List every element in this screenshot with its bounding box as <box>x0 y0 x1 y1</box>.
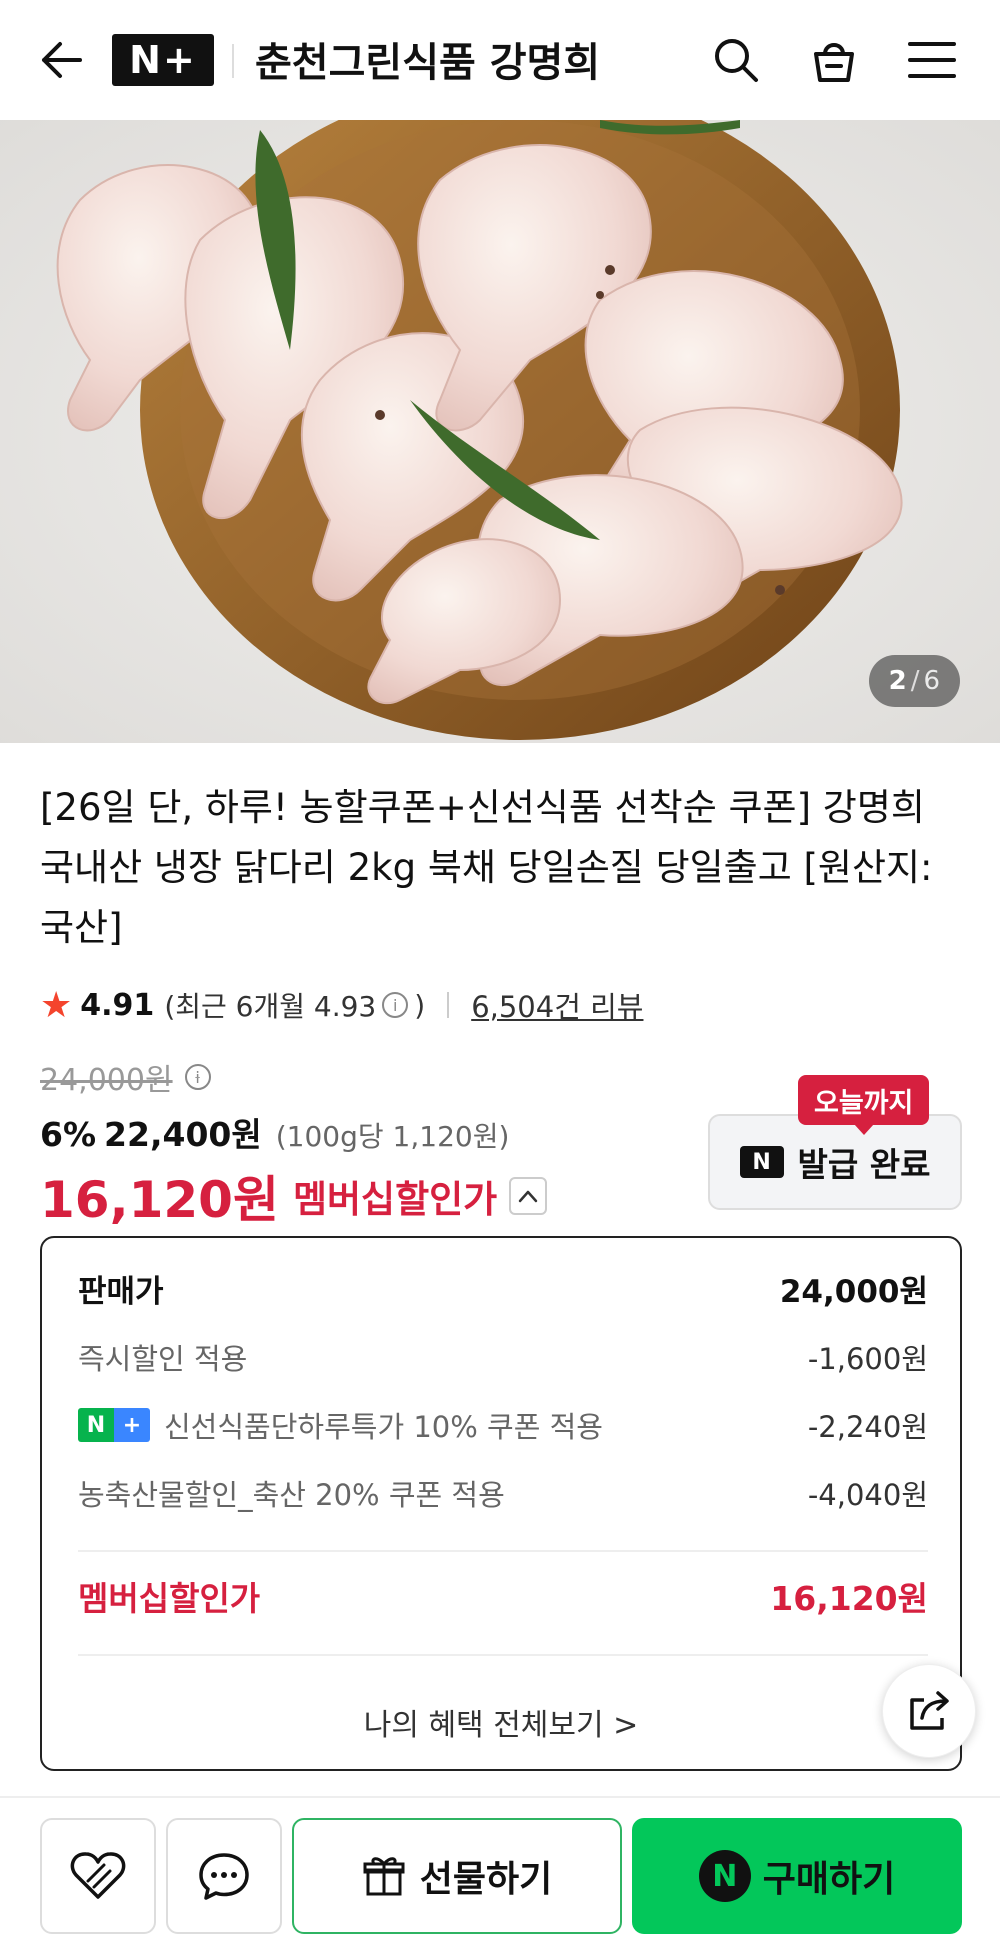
search-icon[interactable] <box>706 30 766 90</box>
breakdown-divider <box>78 1550 928 1552</box>
menu-icon[interactable] <box>902 30 962 90</box>
buy-button[interactable]: N 구매하기 <box>632 1818 962 1934</box>
breakdown-row-sale: 판매가 24,000원 <box>78 1266 928 1311</box>
instant-discount-value: -1,600원 <box>807 1342 928 1376</box>
naver-pay-n-icon: N <box>698 1850 751 1902</box>
sale-price-label: 판매가 <box>78 1274 164 1310</box>
shopping-bag-icon[interactable] <box>804 30 864 90</box>
price-breakdown-box: 판매가 24,000원 즉시할인 적용 -1,600원 N + 신선식품단하루특가… <box>40 1236 962 1771</box>
recent-rating-close: ) <box>414 988 426 1022</box>
page-total: 6 <box>923 666 940 696</box>
price-info-icon[interactable]: i <box>184 1064 211 1090</box>
discount-percent: 6% <box>40 1115 97 1154</box>
rating-divider <box>447 992 450 1018</box>
gift-label: 선물하기 <box>419 1859 553 1900</box>
back-arrow-icon[interactable] <box>30 30 90 90</box>
bottom-action-bar: 선물하기 N 구매하기 <box>0 1798 1000 1958</box>
nplus-coupon-label-wrap: N + 신선식품단하루특가 10% 쿠폰 적용 <box>78 1404 603 1446</box>
instant-discount-label: 즉시할인 적용 <box>78 1342 248 1376</box>
info-icon[interactable]: i <box>382 992 409 1018</box>
original-price-value: 24,000원 <box>40 1063 173 1098</box>
heart-icon <box>70 1852 126 1899</box>
original-price: 24,000원 i <box>40 1055 217 1099</box>
today-only-badge: 오늘까지 <box>798 1075 930 1135</box>
app-header: N+ 춘천그린식품 강명희 <box>0 0 1000 120</box>
rating-row: ★ 4.91 (최근 6개월 4.93 i ) 6,504건 리뷰 <box>40 980 643 1030</box>
gift-button[interactable]: 선물하기 <box>292 1818 622 1934</box>
gift-icon <box>363 1857 405 1896</box>
member-price-row: 16,120원 멤버십할인가 <box>40 1160 548 1232</box>
nplus-logo[interactable]: N+ <box>112 34 214 86</box>
chat-inquiry-button[interactable] <box>166 1818 282 1934</box>
recent-rating: (최근 6개월 4.93 i ) <box>164 985 425 1025</box>
product-title: [26일 단, 하루! 농할쿠폰+신선식품 선착순 쿠폰] 강명희 국내산 냉장… <box>40 786 933 949</box>
recent-rating-text: (최근 6개월 4.93 <box>164 990 377 1023</box>
nplus-coupon-label: 신선식품단하루특가 10% 쿠폰 적용 <box>164 1410 603 1444</box>
page-current: 2 <box>888 666 907 696</box>
share-icon[interactable] <box>882 1664 976 1758</box>
coupon-issued-button[interactable]: N 발급 완료 <box>708 1114 962 1210</box>
breakdown-divider-2 <box>78 1654 928 1656</box>
naver-n-icon: N <box>739 1146 784 1178</box>
nplus-mini-icon: N + <box>78 1408 150 1442</box>
farm-coupon-value: -4,040원 <box>807 1478 928 1512</box>
breakdown-row-farm-coupon: 농축산물할인_축산 20% 쿠폰 적용 -4,040원 <box>78 1472 928 1514</box>
buy-label: 구매하기 <box>762 1859 896 1900</box>
image-page-counter: 2 / 6 <box>868 655 960 707</box>
product-photo <box>0 120 1000 743</box>
nplus-coupon-value: -2,240원 <box>807 1410 928 1444</box>
page-separator: / <box>910 666 920 696</box>
wishlist-heart-button[interactable] <box>40 1818 156 1934</box>
chevron-up-icon[interactable] <box>509 1177 548 1215</box>
rating-score: 4.91 <box>80 987 155 1023</box>
member-total-label: 멤버십할인가 <box>78 1579 261 1618</box>
product-image[interactable]: 2 / 6 <box>0 120 1000 743</box>
view-all-benefits-link[interactable]: 나의 혜택 전체보기 > <box>42 1700 960 1744</box>
farm-coupon-label: 농축산물할인_축산 20% 쿠폰 적용 <box>78 1478 505 1512</box>
breakdown-row-member: 멤버십할인가 16,120원 <box>78 1572 928 1620</box>
star-icon: ★ <box>40 984 73 1026</box>
review-count-link[interactable]: 6,504건 리뷰 <box>471 984 643 1026</box>
discount-price-row: 6% 22,400원 (100g당 1,120원) <box>40 1108 509 1156</box>
unit-price: (100g당 1,120원) <box>275 1120 510 1153</box>
store-name[interactable]: 춘천그린식품 강명희 <box>255 30 600 88</box>
discount-price: 22,400원 <box>104 1115 262 1154</box>
breakdown-row-nplus-coupon: N + 신선식품단하루특가 10% 쿠폰 적용 -2,240원 <box>78 1404 928 1446</box>
chat-bubble-icon <box>199 1853 249 1900</box>
logo-divider <box>232 44 234 78</box>
member-price-label: 멤버십할인가 <box>292 1178 498 1221</box>
breakdown-row-instant: 즉시할인 적용 -1,600원 <box>78 1336 928 1378</box>
coupon-label: 발급 완료 <box>797 1145 931 1184</box>
member-price: 16,120원 <box>40 1171 279 1229</box>
member-total-value: 16,120원 <box>770 1579 928 1618</box>
sale-price-value: 24,000원 <box>779 1274 928 1310</box>
